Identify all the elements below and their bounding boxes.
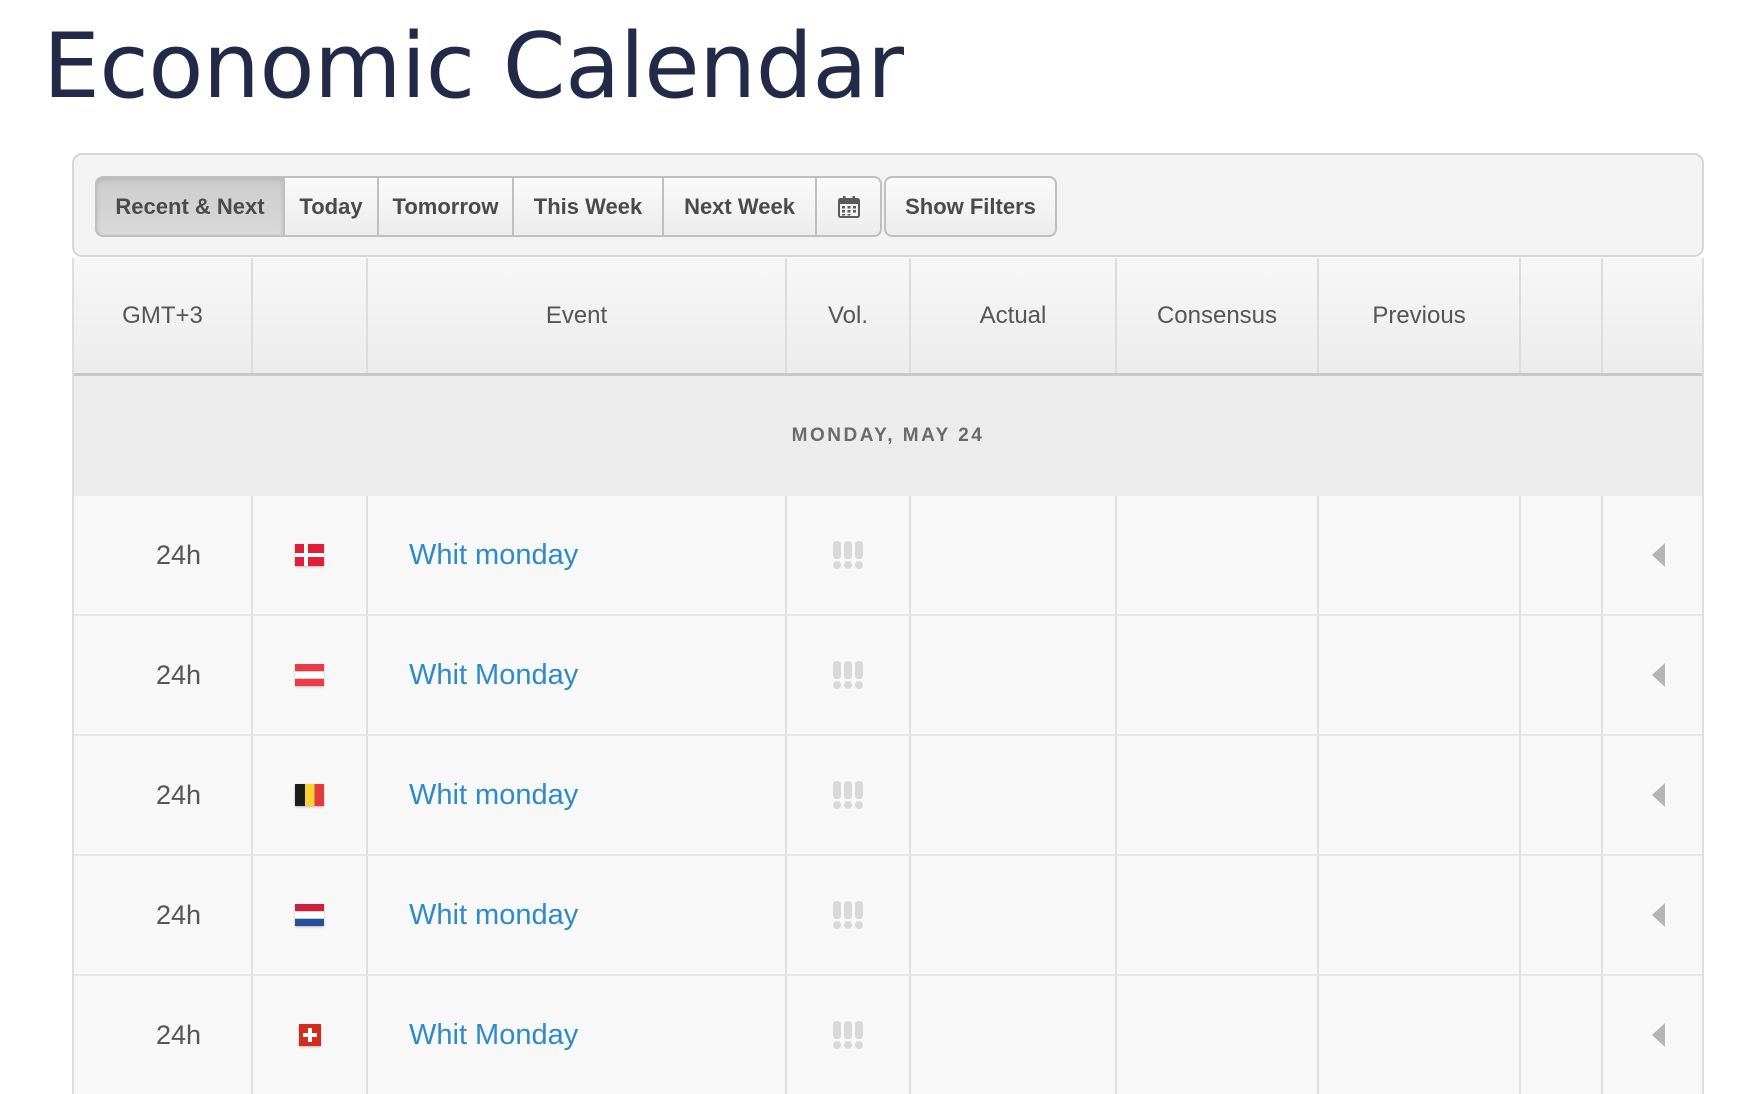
expand-arrow-icon[interactable] — [1652, 543, 1665, 567]
actual-value — [911, 616, 1117, 734]
switzerland-flag — [298, 1024, 321, 1046]
expand-cell — [1603, 976, 1702, 1094]
flag-cell — [253, 856, 368, 974]
today-button[interactable]: Today — [285, 176, 379, 237]
expand-cell — [1603, 616, 1702, 734]
extra-cell — [1521, 616, 1603, 734]
column-header-previous: Previous — [1319, 258, 1521, 373]
previous-value — [1319, 856, 1521, 974]
next-week-button[interactable]: Next Week — [664, 176, 817, 237]
expand-arrow-icon[interactable] — [1652, 903, 1665, 927]
table-row[interactable]: 24h Whit monday — [74, 856, 1702, 976]
calendar-table: GMT+3 Event Vol. Actual Consensus Previo… — [72, 258, 1704, 1094]
event-name-link[interactable]: Whit Monday — [368, 616, 787, 734]
flag-cell — [253, 496, 368, 614]
table-row[interactable]: 24h Whit monday — [74, 736, 1702, 856]
date-picker-button[interactable] — [817, 176, 882, 237]
consensus-value — [1117, 736, 1319, 854]
volatility-icon — [832, 1021, 864, 1049]
flag-cell — [253, 736, 368, 854]
previous-value — [1319, 976, 1521, 1094]
column-header-actual: Actual — [911, 258, 1117, 373]
event-time: 24h — [74, 616, 253, 734]
column-header-flag — [253, 258, 368, 373]
previous-value — [1319, 496, 1521, 614]
volatility-icon — [832, 661, 864, 689]
netherlands-flag — [295, 904, 324, 926]
volatility-icon — [832, 901, 864, 929]
extra-cell — [1521, 856, 1603, 974]
consensus-value — [1117, 976, 1319, 1094]
page-title: Economic Calendar — [43, 14, 904, 119]
column-header-vol: Vol. — [787, 258, 911, 373]
belgium-flag — [295, 784, 324, 806]
volatility-cell — [787, 616, 911, 734]
column-header-expand — [1603, 258, 1702, 373]
extra-cell — [1521, 976, 1603, 1094]
volatility-icon — [832, 781, 864, 809]
event-name-link[interactable]: Whit monday — [368, 736, 787, 854]
event-time: 24h — [74, 856, 253, 974]
actual-value — [911, 496, 1117, 614]
event-name-link[interactable]: Whit Monday — [368, 976, 787, 1094]
expand-cell — [1603, 736, 1702, 854]
column-header-time: GMT+3 — [74, 258, 253, 373]
event-name-link[interactable]: Whit monday — [368, 496, 787, 614]
volatility-icon — [832, 541, 864, 569]
extra-cell — [1521, 736, 1603, 854]
actual-value — [911, 736, 1117, 854]
expand-arrow-icon[interactable] — [1652, 663, 1665, 687]
consensus-value — [1117, 616, 1319, 734]
denmark-flag — [295, 544, 324, 566]
volatility-cell — [787, 496, 911, 614]
consensus-value — [1117, 496, 1319, 614]
event-time: 24h — [74, 496, 253, 614]
calendar-toolbar: Recent & Next Today Tomorrow This Week N… — [72, 153, 1704, 257]
this-week-button[interactable]: This Week — [514, 176, 664, 237]
expand-cell — [1603, 496, 1702, 614]
volatility-cell — [787, 976, 911, 1094]
actual-value — [911, 976, 1117, 1094]
table-row[interactable]: 24h Whit monday — [74, 496, 1702, 616]
table-row[interactable]: 24h Whit Monday — [74, 616, 1702, 736]
date-group-header: MONDAY, MAY 24 — [74, 376, 1702, 496]
event-name-link[interactable]: Whit monday — [368, 856, 787, 974]
calendar-icon — [837, 195, 860, 218]
volatility-cell — [787, 856, 911, 974]
actual-value — [911, 856, 1117, 974]
period-button-group: Recent & Next Today Tomorrow This Week N… — [95, 176, 1057, 237]
flag-cell — [253, 976, 368, 1094]
event-time: 24h — [74, 976, 253, 1094]
previous-value — [1319, 616, 1521, 734]
recent-next-button[interactable]: Recent & Next — [95, 176, 285, 237]
flag-cell — [253, 616, 368, 734]
column-header-event: Event — [368, 258, 787, 373]
expand-arrow-icon[interactable] — [1652, 783, 1665, 807]
volatility-cell — [787, 736, 911, 854]
expand-cell — [1603, 856, 1702, 974]
table-header: GMT+3 Event Vol. Actual Consensus Previo… — [74, 258, 1702, 376]
austria-flag — [295, 664, 324, 686]
column-header-consensus: Consensus — [1117, 258, 1319, 373]
tomorrow-button[interactable]: Tomorrow — [379, 176, 514, 237]
column-header-extra — [1521, 258, 1603, 373]
consensus-value — [1117, 856, 1319, 974]
event-time: 24h — [74, 736, 253, 854]
table-row[interactable]: 24h Whit Monday — [74, 976, 1702, 1094]
previous-value — [1319, 736, 1521, 854]
expand-arrow-icon[interactable] — [1652, 1023, 1665, 1047]
extra-cell — [1521, 496, 1603, 614]
show-filters-button[interactable]: Show Filters — [884, 176, 1057, 237]
